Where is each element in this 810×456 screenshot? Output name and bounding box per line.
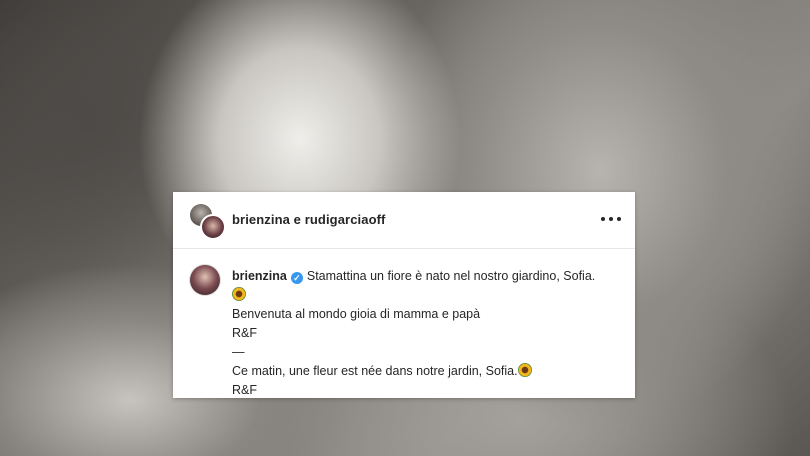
more-options-icon[interactable] xyxy=(601,210,621,228)
instagram-post-card: brienzina e rudigarciaoff brienzina ✓ Stam… xyxy=(173,192,635,398)
caption-line-3: R&F xyxy=(232,326,257,340)
caption-line-5: Ce matin, une fleur est née dans notre j… xyxy=(232,364,518,378)
collab-avatars[interactable] xyxy=(190,204,226,240)
avatar-brienzina[interactable] xyxy=(200,214,226,240)
caption-line-6: R&F xyxy=(232,383,257,397)
post-header: brienzina e rudigarciaoff xyxy=(173,192,635,249)
sunflower-emoji-icon xyxy=(232,287,246,301)
caption-line-2: Benvenuta al mondo gioia di mamma e papà xyxy=(232,307,481,321)
post-caption: brienzina ✓ Stamattina un fiore è nato nel… xyxy=(232,267,624,400)
caption-divider: — xyxy=(232,345,245,359)
verified-badge-icon: ✓ xyxy=(290,272,303,284)
caption-line-1: Stamattina un fiore è nato nel nostro gi… xyxy=(306,269,596,283)
caption-avatar[interactable] xyxy=(190,265,220,295)
sunflower-emoji-icon xyxy=(517,363,532,377)
caption-username[interactable]: brienzina xyxy=(232,269,287,283)
post-authors[interactable]: brienzina e rudigarciaoff xyxy=(232,212,385,227)
